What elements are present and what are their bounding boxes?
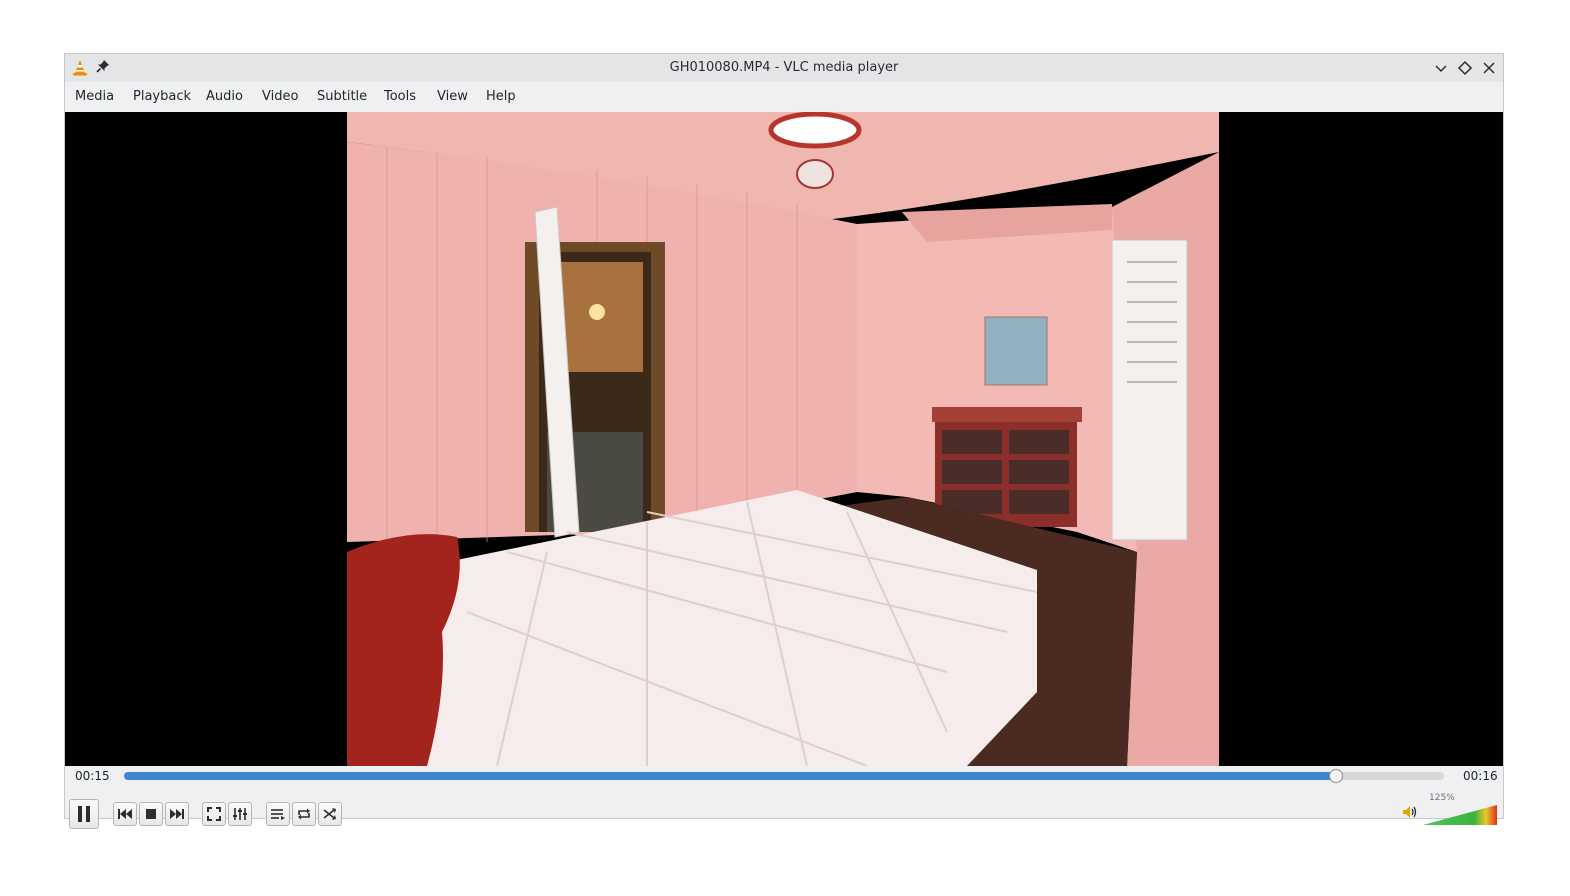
stop-button[interactable]	[139, 802, 163, 826]
menu-playback[interactable]: Playback	[133, 89, 191, 104]
menu-video[interactable]: Video	[262, 89, 298, 104]
title-bar: GH010080.MP4 - VLC media player	[65, 54, 1503, 82]
menu-audio[interactable]: Audio	[206, 89, 243, 104]
menu-tools[interactable]: Tools	[384, 89, 416, 104]
minimize-icon[interactable]	[1432, 59, 1450, 77]
volume-fill	[1423, 805, 1497, 825]
menu-help[interactable]: Help	[486, 89, 516, 104]
menu-subtitle[interactable]: Subtitle	[317, 89, 367, 104]
menu-bar: Media Playback Audio Video Subtitle Tool…	[65, 82, 1503, 112]
shuffle-button[interactable]	[318, 802, 342, 826]
window-title: GH010080.MP4 - VLC media player	[669, 60, 899, 75]
extended-settings-button[interactable]	[228, 802, 252, 826]
volume-slider[interactable]	[1423, 804, 1497, 826]
vlc-window: GH010080.MP4 - VLC media player Media Pl…	[65, 54, 1503, 829]
next-icon	[170, 809, 184, 819]
previous-button[interactable]	[113, 802, 137, 826]
close-icon[interactable]	[1480, 59, 1498, 77]
fullscreen-icon	[207, 807, 221, 821]
total-time[interactable]: 00:16	[1463, 769, 1498, 783]
video-frame	[347, 112, 1219, 766]
menu-media[interactable]: Media	[75, 89, 114, 104]
seek-slider[interactable]	[124, 769, 1444, 783]
pause-icon	[78, 806, 90, 822]
stop-icon	[146, 809, 156, 819]
seek-progress	[124, 772, 1336, 780]
volume-percent: 125%	[1429, 793, 1455, 803]
video-area[interactable]	[65, 112, 1503, 766]
elapsed-time[interactable]: 00:15	[75, 769, 110, 783]
loop-icon	[298, 808, 310, 820]
maximize-icon[interactable]	[1456, 59, 1474, 77]
next-button[interactable]	[165, 802, 189, 826]
control-bar: 00:15 00:16 125%	[65, 766, 1503, 829]
pause-button[interactable]	[69, 799, 99, 829]
playlist-icon	[271, 809, 285, 820]
loop-button[interactable]	[292, 802, 316, 826]
volume-icon[interactable]	[1402, 805, 1418, 819]
fullscreen-button[interactable]	[202, 802, 226, 826]
previous-icon	[118, 809, 132, 819]
playlist-button[interactable]	[266, 802, 290, 826]
seek-handle[interactable]	[1328, 769, 1343, 783]
menu-view[interactable]: View	[437, 89, 468, 104]
shuffle-icon	[323, 808, 336, 820]
equalizer-icon	[233, 808, 247, 820]
